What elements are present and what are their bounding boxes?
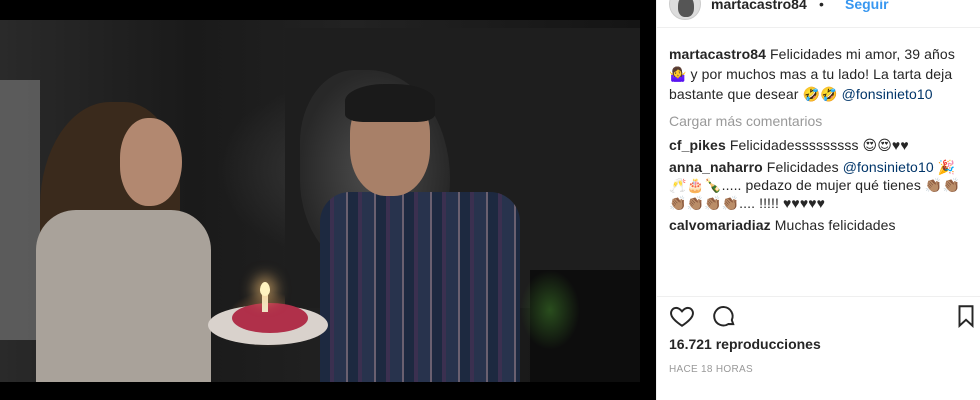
heart-icon[interactable] — [669, 303, 695, 329]
video-frame[interactable] — [0, 20, 640, 382]
comment-icon[interactable] — [711, 303, 737, 329]
bookmark-icon[interactable] — [953, 303, 979, 329]
post-sidebar: martacastro84 • Seguir martacastro84 Fel… — [656, 0, 980, 400]
comment-username[interactable]: calvomariadiaz — [669, 217, 771, 233]
header-separator: • — [819, 0, 824, 12]
list-item: calvomariadiaz Muchas felicidades — [669, 216, 969, 234]
video-candle-flame — [260, 282, 270, 296]
load-more-comments-button[interactable]: Cargar más comentarios — [669, 112, 969, 130]
list-item: anna_naharro Felicidades @fonsinieto10 🎉… — [669, 158, 969, 212]
header-username[interactable]: martacastro84 — [711, 0, 807, 12]
comment-text: Muchas felicidades — [774, 217, 896, 233]
post-header: martacastro84 • Seguir — [657, 0, 980, 28]
video-cake — [232, 303, 308, 333]
caption-mention[interactable]: @fonsinieto10 — [842, 86, 933, 102]
caption: martacastro84 Felicidades mi amor, 39 añ… — [669, 44, 969, 104]
comment-text: Felicidades — [766, 159, 843, 175]
views-row: 16.721 reproducciones — [669, 336, 821, 352]
follow-button[interactable]: Seguir — [845, 0, 889, 12]
comment-username[interactable]: anna_naharro — [669, 159, 763, 175]
video-person-woman — [36, 210, 211, 382]
avatar[interactable] — [669, 0, 701, 20]
video-scene-glow — [520, 270, 580, 350]
comments-list[interactable]: martacastro84 Felicidades mi amor, 39 añ… — [669, 44, 969, 291]
views-label: reproducciones — [715, 336, 821, 352]
video-scene-wall — [0, 80, 40, 340]
video-candle — [262, 294, 268, 312]
list-item: cf_pikes Felicidadesssssssss 😍😍♥♥ — [669, 136, 969, 154]
caption-username[interactable]: martacastro84 — [669, 46, 766, 62]
views-count: 16.721 — [669, 336, 712, 352]
video-person-man — [320, 192, 520, 382]
comment-username[interactable]: cf_pikes — [669, 137, 726, 153]
comment-mention[interactable]: @fonsinieto10 — [843, 159, 934, 175]
post-actions — [657, 296, 980, 334]
post-timestamp[interactable]: Hace 18 horas — [669, 364, 753, 375]
video-person-man-hair — [345, 84, 435, 122]
video-player[interactable] — [0, 0, 656, 400]
comment-text: Felicidadesssssssss 😍😍♥♥ — [729, 137, 909, 153]
video-person-woman-face — [120, 118, 182, 206]
